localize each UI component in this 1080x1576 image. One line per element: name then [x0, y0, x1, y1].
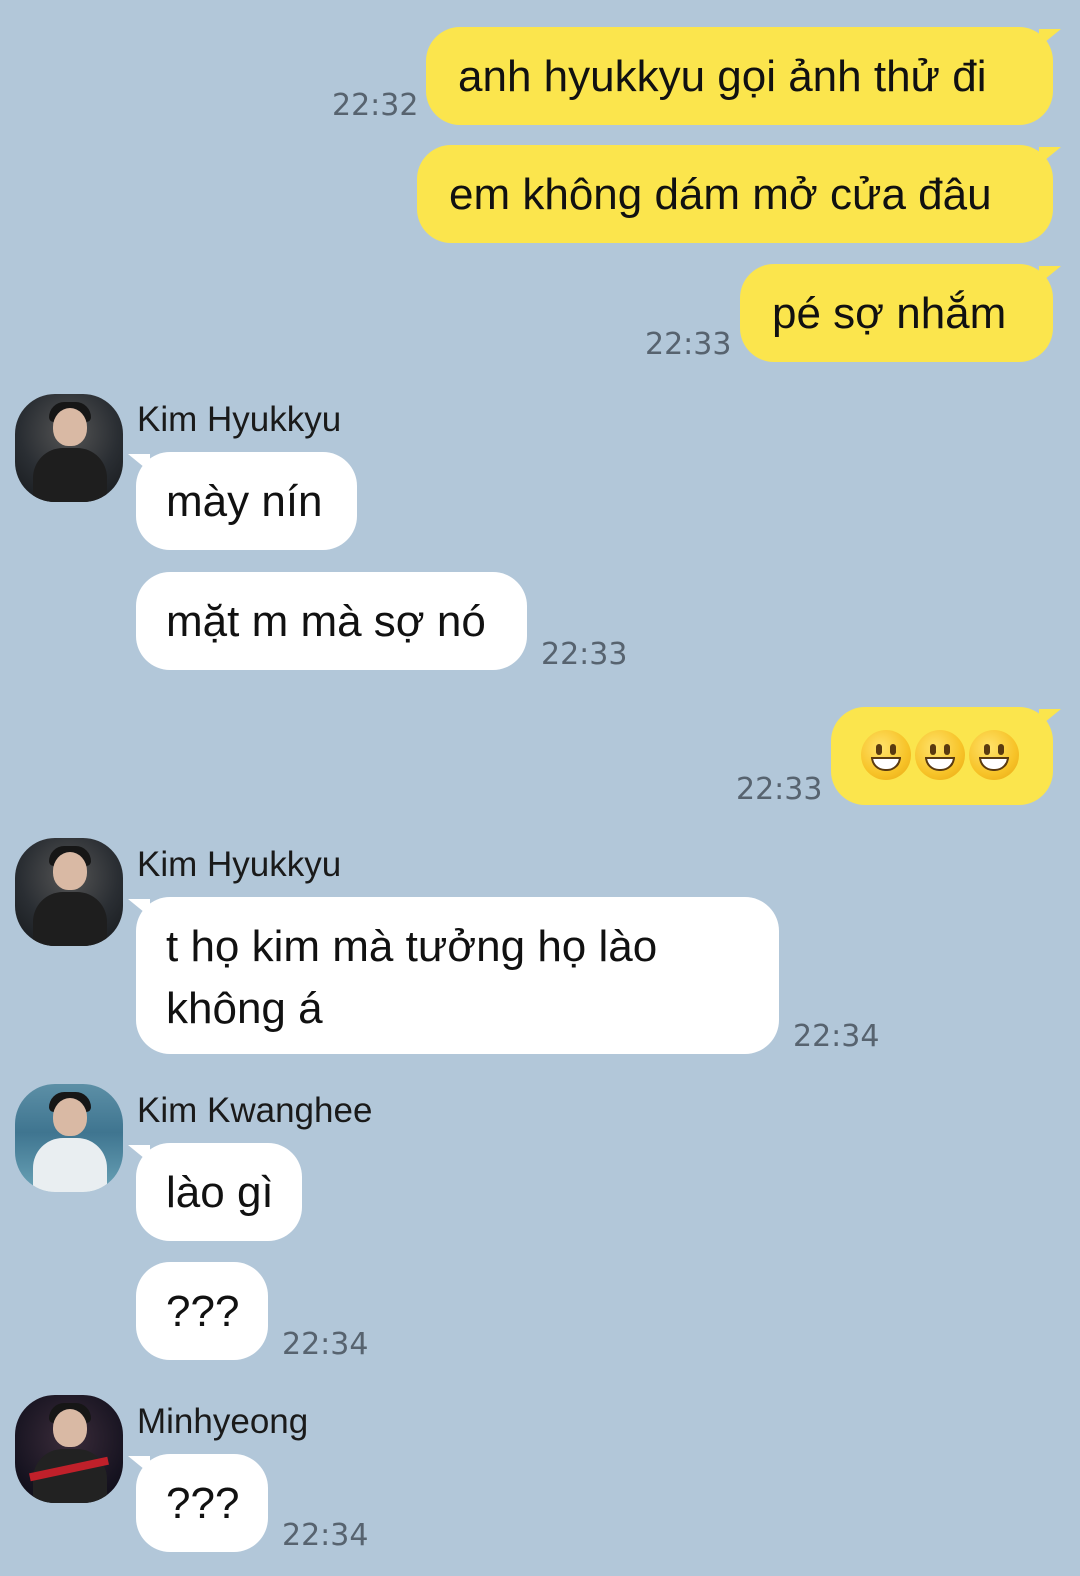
avatar-face — [53, 1409, 87, 1447]
sender-name[interactable]: Kim Kwanghee — [137, 1091, 372, 1131]
incoming-message-bubble[interactable]: ??? — [136, 1262, 268, 1360]
message-timestamp: 22:33 — [736, 772, 823, 807]
sender-avatar[interactable] — [15, 394, 123, 502]
outgoing-message-bubble[interactable]: anh hyukkyu gọi ảnh thử đi — [426, 27, 1061, 125]
message-text: ??? — [166, 1287, 240, 1336]
sender-name[interactable]: Minhyeong — [137, 1402, 308, 1442]
avatar-body — [33, 1138, 107, 1192]
avatar-face — [53, 1098, 87, 1136]
message-text: pé sợ nhắm — [772, 289, 1007, 338]
incoming-message-bubble[interactable]: t họ kim mà tưởng họ lào không á — [128, 897, 779, 1054]
message-text-line: không á — [166, 984, 323, 1033]
outgoing-message-bubble[interactable]: em không dám mở cửa đâu — [417, 145, 1061, 243]
incoming-message-bubble[interactable]: lào gì — [128, 1143, 302, 1241]
message-timestamp: 22:34 — [282, 1518, 369, 1553]
avatar-face — [53, 852, 87, 890]
sender-name[interactable]: Kim Hyukkyu — [137, 845, 341, 885]
incoming-message-bubble[interactable]: mày nín — [128, 452, 357, 550]
message-text: mày nín — [166, 477, 323, 526]
grinning-face-icon — [861, 730, 911, 780]
sender-avatar[interactable] — [15, 1395, 123, 1503]
message-text: mặt m mà sợ nó — [166, 597, 486, 646]
grinning-face-icon — [915, 730, 965, 780]
message-text: em không dám mở cửa đâu — [449, 170, 992, 219]
avatar-body — [33, 448, 107, 502]
incoming-message-bubble[interactable]: ??? — [128, 1454, 268, 1552]
message-timestamp: 22:34 — [793, 1019, 880, 1054]
message-text: anh hyukkyu gọi ảnh thử đi — [458, 52, 987, 101]
grinning-face-icon — [969, 730, 1019, 780]
message-timestamp: 22:33 — [541, 637, 628, 672]
avatar-face — [53, 408, 87, 446]
message-timestamp: 22:34 — [282, 1327, 369, 1362]
chat-message-list[interactable]: 22:32 anh hyukkyu gọi ảnh thử đi em khôn… — [0, 0, 1080, 1576]
message-text-line: t họ kim mà tưởng họ lào — [166, 922, 658, 971]
emoji-row — [861, 730, 1019, 780]
sender-avatar[interactable] — [15, 838, 123, 946]
message-timestamp: 22:33 — [645, 327, 732, 362]
message-text: ??? — [166, 1479, 240, 1528]
sender-avatar[interactable] — [15, 1084, 123, 1192]
message-text: lào gì — [166, 1168, 274, 1217]
outgoing-emoji-bubble[interactable] — [831, 707, 1061, 805]
avatar-body — [33, 892, 107, 946]
incoming-message-bubble[interactable]: mặt m mà sợ nó — [136, 572, 527, 670]
outgoing-message-bubble[interactable]: pé sợ nhắm — [740, 264, 1061, 362]
message-timestamp: 22:32 — [332, 88, 419, 123]
sender-name[interactable]: Kim Hyukkyu — [137, 400, 341, 440]
